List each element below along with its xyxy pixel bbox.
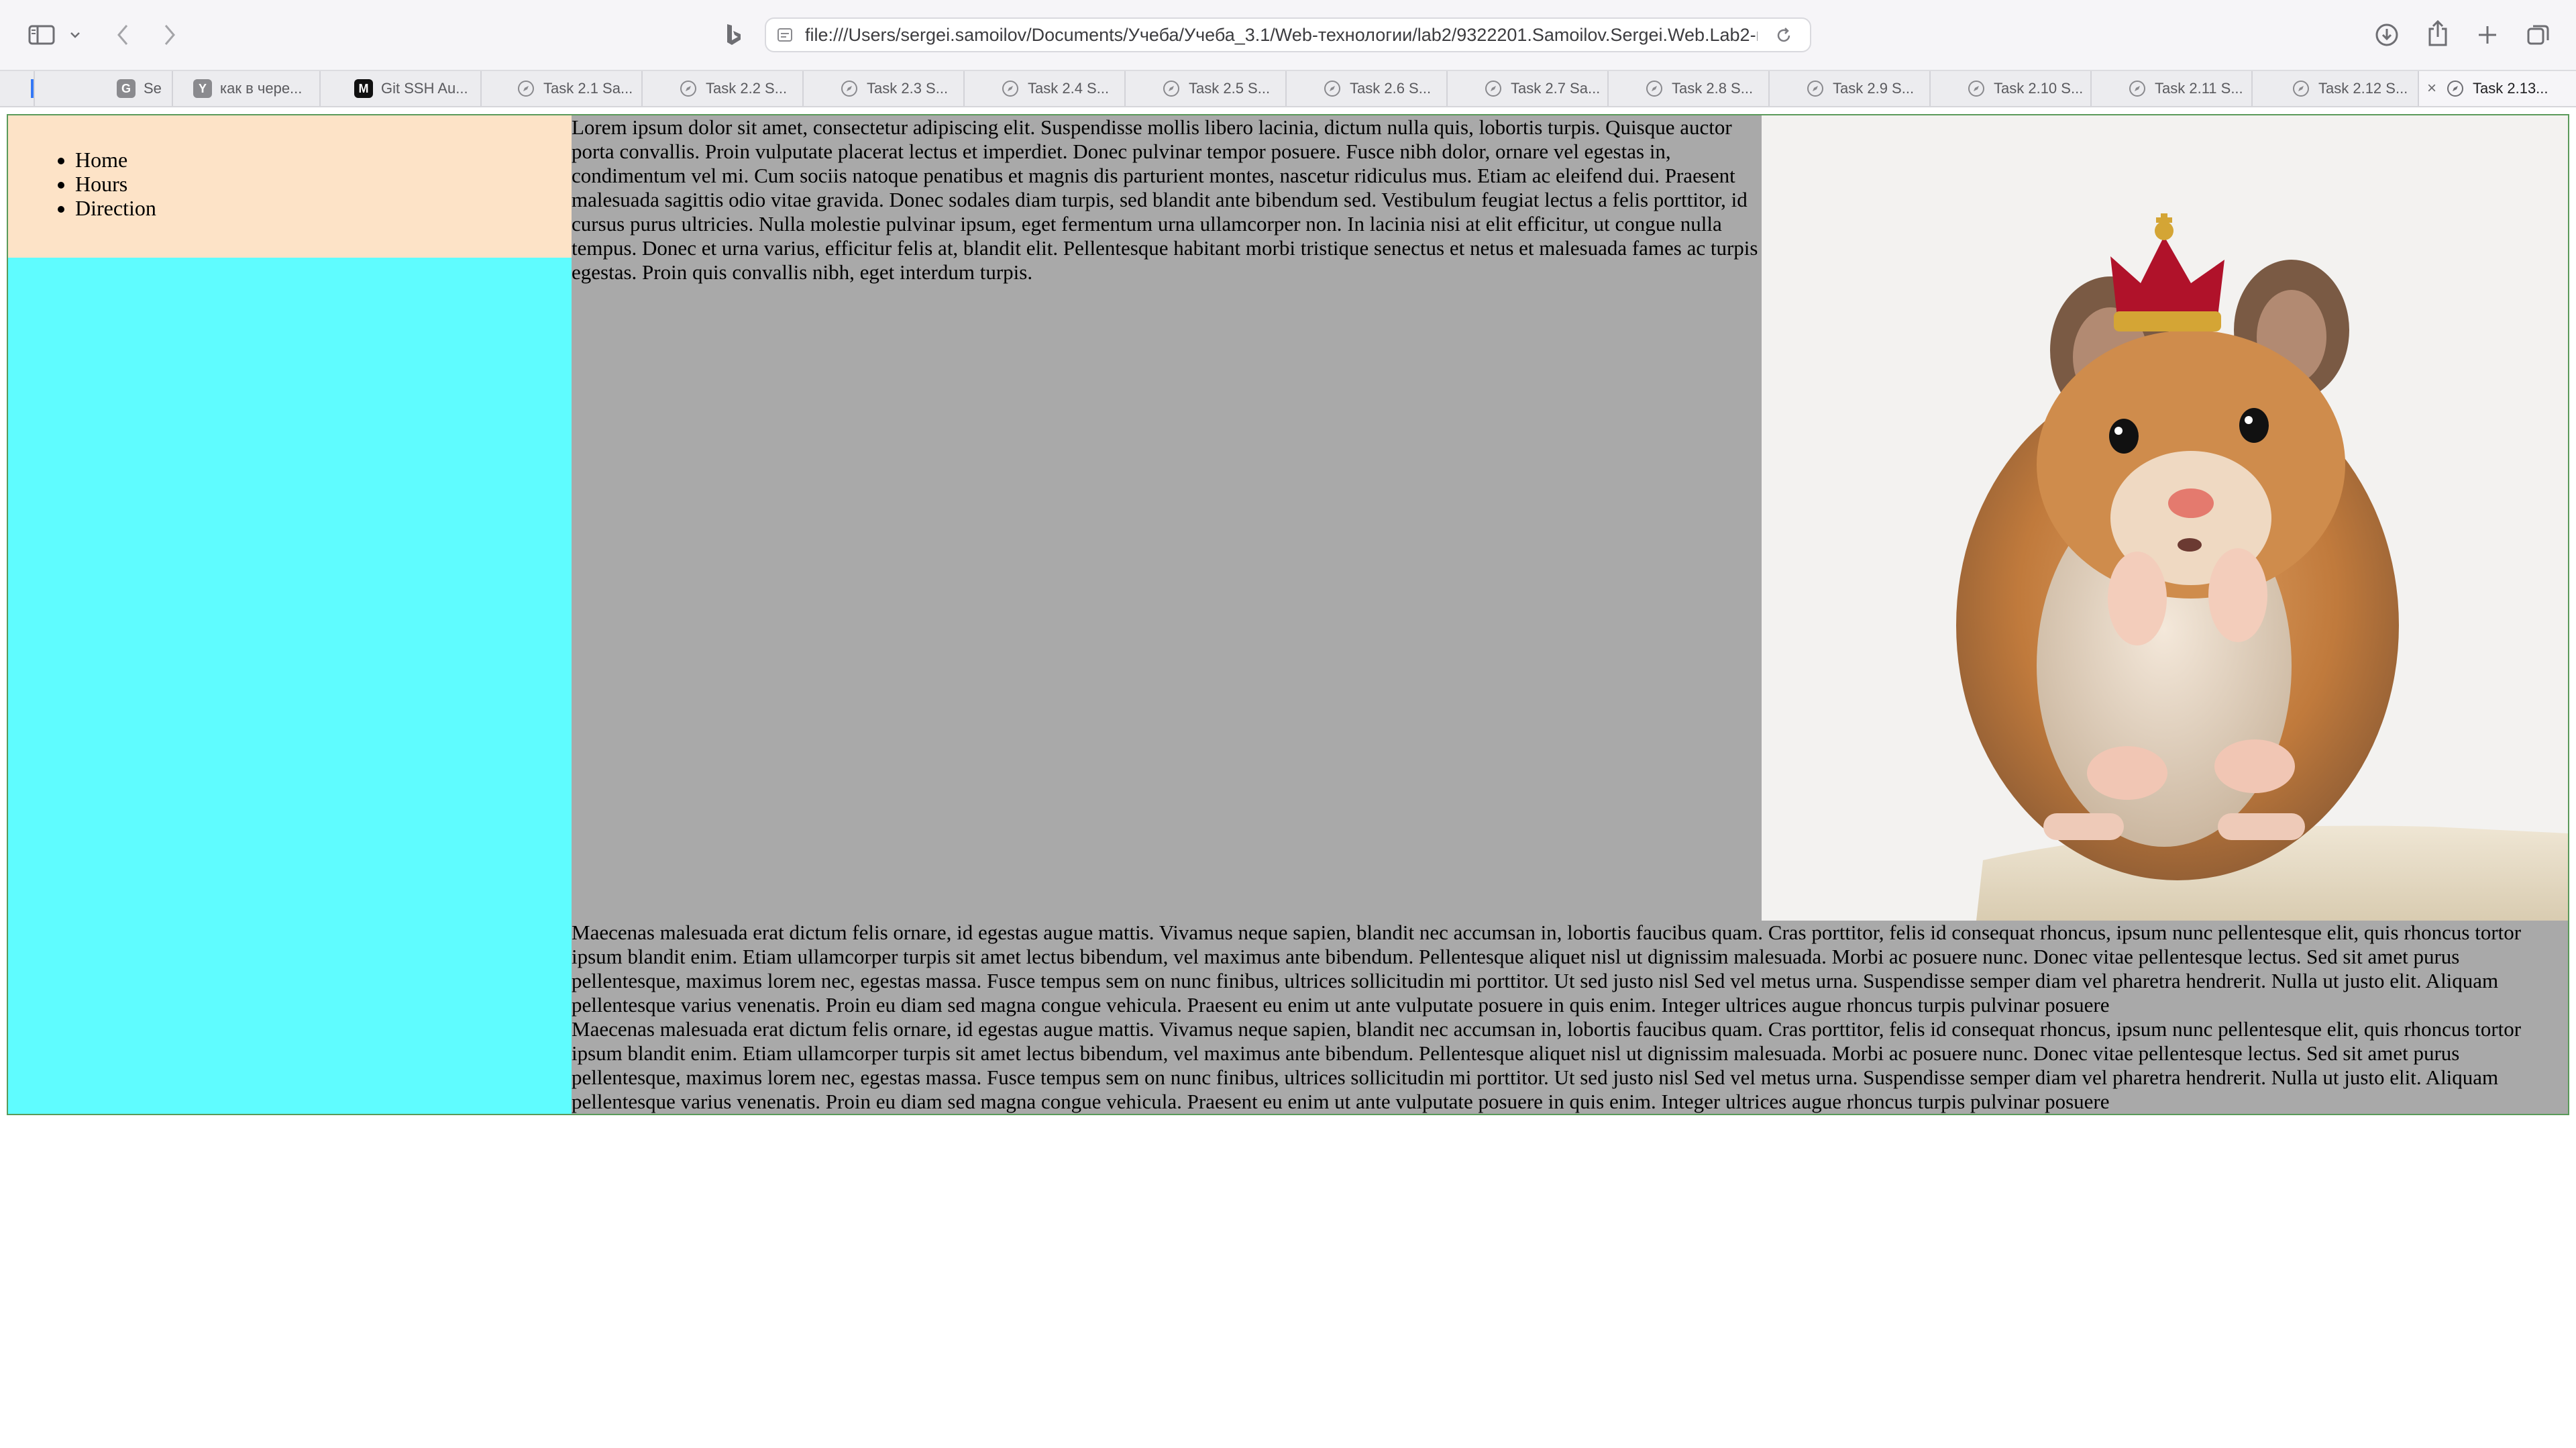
compass-icon [2292,79,2310,98]
google-icon: G [117,79,136,98]
lorem-paragraph-bottom-2: Maecenas malesuada erat dictum felis orn… [572,1017,2522,1113]
yandex-icon: Y [193,79,212,98]
tab-10[interactable]: Task 2.8 S... [1609,71,1770,106]
tab-5[interactable]: Task 2.3 S... [804,71,965,106]
tab-overview-icon[interactable] [2524,20,2553,50]
forward-arrow-icon[interactable] [158,20,181,50]
tab-8[interactable]: Task 2.6 S... [1287,71,1448,106]
lorem-paragraph-bottom-1: Maecenas malesuada erat dictum felis orn… [572,921,2522,1017]
lorem-paragraphs-bottom: Maecenas malesuada erat dictum felis orn… [572,921,2568,1114]
tab-13[interactable]: Task 2.11 S... [2092,71,2253,106]
compass-icon [1484,79,1503,98]
tab-3[interactable]: Task 2.1 Sa... [482,71,643,106]
compass-icon [1001,79,1020,98]
url-text[interactable]: file:///Users/sergei.samoilov/Documents/… [805,19,1758,51]
medium-icon: M [354,79,373,98]
tab-6[interactable]: Task 2.4 S... [965,71,1126,106]
reload-icon[interactable] [1774,25,1794,46]
compass-icon [517,79,535,98]
tab-pinned[interactable] [0,71,35,106]
address-bar[interactable]: file:///Users/sergei.samoilov/Documents/… [765,17,1811,52]
compass-icon [679,79,698,98]
compass-icon [1967,79,1986,98]
sidebar-toggle-icon[interactable] [27,21,56,48]
download-icon[interactable] [2372,20,2402,50]
compass-icon [1645,79,1664,98]
bing-icon[interactable] [722,21,746,48]
compass-icon [1806,79,1825,98]
aside-section [8,258,572,1114]
compass-icon [2446,79,2465,98]
tab-0[interactable]: G Se [35,71,173,106]
browser-toolbar: file:///Users/sergei.samoilov/Documents/… [0,0,2576,70]
tab-2[interactable]: M Git SSH Au... [321,71,482,106]
share-icon[interactable] [2424,17,2451,50]
hamster-illustration [1762,115,2568,921]
nav-section: Home Hours Direction [8,115,572,258]
chevron-down-icon[interactable] [67,27,83,43]
tab-11[interactable]: Task 2.9 S... [1770,71,1931,106]
nav-item-direction[interactable]: Direction [75,196,156,220]
back-arrow-icon[interactable] [111,20,134,50]
tab-bar: G Se Yкак в чере... M Git SSH Au... Task 2… [0,70,2576,107]
nav-item-hours[interactable]: Hours [75,172,156,196]
new-tab-plus-icon[interactable] [2474,20,2501,50]
tab-active[interactable]: × Task 2.13... [2419,71,2576,106]
compass-icon [1323,79,1342,98]
compass-icon [1162,79,1181,98]
hamster-with-crown-photo [1762,115,2568,921]
main-section: Lorem ipsum dolor sit amet, consectetur … [572,115,2568,1114]
tab-4[interactable]: Task 2.2 S... [643,71,804,106]
compass-icon [2128,79,2147,98]
page-container: Home Hours Direction Lorem ipsum dolor s… [7,114,2569,1115]
tab-7[interactable]: Task 2.5 S... [1126,71,1287,106]
nav-list: Home Hours Direction [47,148,156,220]
tab-14[interactable]: Task 2.12 S... [2253,71,2419,106]
tab-1[interactable]: Yкак в чере... [173,71,321,106]
tab-12[interactable]: Task 2.10 S... [1931,71,2092,106]
close-tab-icon[interactable]: × [2427,79,2436,98]
lorem-paragraph-top: Lorem ipsum dolor sit amet, consectetur … [572,115,1758,284]
nav-item-home[interactable]: Home [75,148,156,172]
page-settings-icon[interactable] [775,25,794,44]
compass-icon [840,79,859,98]
tab-9[interactable]: Task 2.7 Sa... [1448,71,1609,106]
